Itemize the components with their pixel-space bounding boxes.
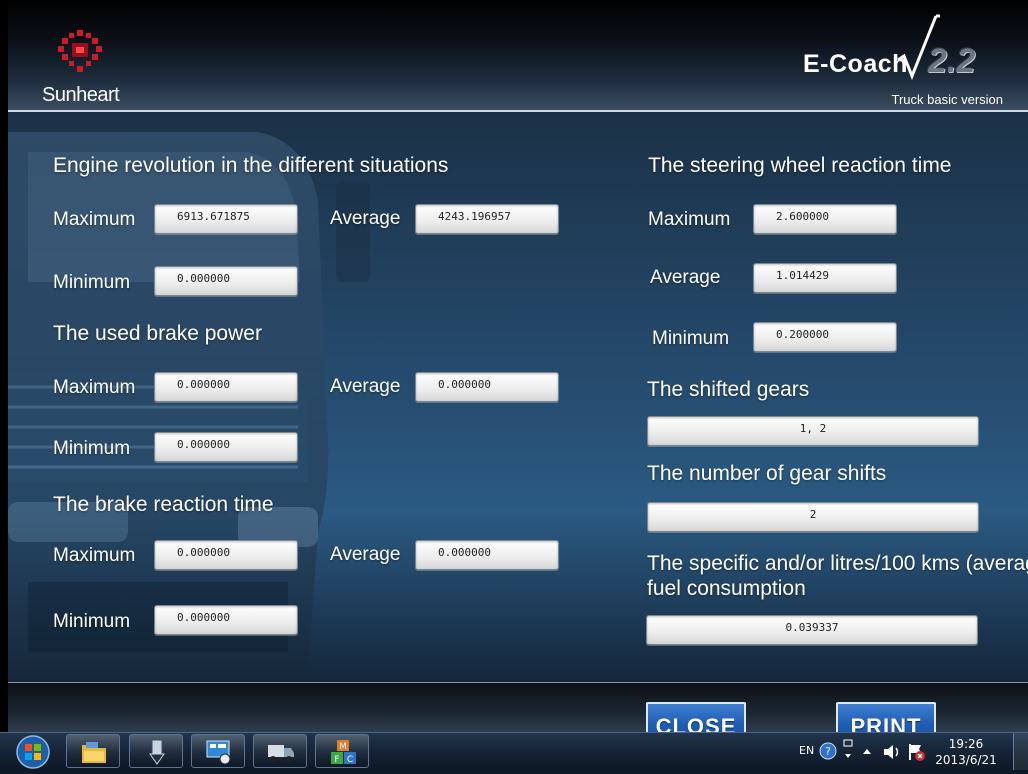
- brake-reaction-min-field[interactable]: 0.000000: [154, 605, 298, 635]
- brake-power-min-label: Minimum: [53, 438, 131, 459]
- action-center-flag-icon[interactable]: [906, 742, 926, 762]
- print-button-clip: PRINT: [836, 702, 936, 732]
- brake-reaction-avg-label: Average: [330, 544, 401, 565]
- pen-tool-icon: [149, 739, 165, 765]
- show-hidden-icons-icon[interactable]: [861, 745, 873, 757]
- engine-avg-label: Average: [330, 208, 401, 229]
- brake-reaction-max-field[interactable]: 0.000000: [154, 540, 298, 570]
- volume-icon[interactable]: [882, 743, 902, 761]
- logo-text: Sunheart: [42, 84, 120, 106]
- clock-time: 19:26: [948, 737, 984, 751]
- steering-min-label: Minimum: [652, 328, 730, 349]
- engine-min-field[interactable]: 0.000000: [154, 266, 298, 296]
- engine-max-label: Maximum: [53, 209, 136, 230]
- brake-power-max-label: Maximum: [53, 377, 136, 398]
- clock-date: 2013/6/21: [935, 753, 997, 767]
- brake-power-min-field[interactable]: 0.000000: [154, 432, 298, 462]
- ime-options-icon[interactable]: [842, 739, 854, 763]
- system-clock[interactable]: 19:26 2013/6/21: [931, 736, 1001, 768]
- taskbar-truck-app[interactable]: [253, 734, 307, 768]
- steering-section-title: The steering wheel reaction time: [648, 154, 952, 177]
- steering-max-field[interactable]: 2.600000: [753, 204, 897, 234]
- brake-power-avg-label: Average: [330, 376, 401, 397]
- engine-section-title: Engine revolution in the different situa…: [53, 154, 449, 177]
- engine-avg-field[interactable]: 4243.196957: [415, 204, 559, 234]
- sunheart-logo-icon: [58, 30, 102, 72]
- svg-text:M: M: [339, 742, 347, 752]
- fuel-section-title-line2: fuel consumption: [647, 577, 806, 600]
- svg-text:?: ?: [825, 745, 831, 758]
- product-brand: E-Coach 2.2: [800, 14, 1000, 94]
- steering-max-label: Maximum: [648, 209, 731, 230]
- taskbar-mfc-app[interactable]: M F C: [315, 734, 369, 768]
- close-button[interactable]: CLOSE: [646, 702, 746, 732]
- truck-icon: [268, 745, 294, 762]
- network-monitor-icon: [206, 740, 231, 765]
- taskbar-network-monitor[interactable]: [191, 734, 245, 768]
- brake-reaction-section-title: The brake reaction time: [53, 493, 274, 516]
- shifted-gears-section-title: The shifted gears: [647, 378, 810, 401]
- svg-text:C: C: [347, 755, 353, 765]
- taskbar-explorer[interactable]: [66, 734, 120, 768]
- language-indicator[interactable]: EN: [799, 744, 814, 757]
- brand-name: E-Coach: [803, 50, 908, 78]
- fuel-section-title-line1: The specific and/or litres/100 kms (aver…: [647, 552, 1028, 575]
- steering-min-field[interactable]: 0.200000: [753, 322, 897, 352]
- shifted-gears-field[interactable]: 1, 2: [647, 416, 979, 446]
- ecoach-window: Sunheart E-Coach 2.2 Truck basic version: [0, 0, 1028, 732]
- gear-shifts-field[interactable]: 2: [647, 502, 979, 532]
- start-button[interactable]: [12, 734, 54, 770]
- left-border: [0, 0, 8, 732]
- print-button[interactable]: PRINT: [836, 702, 936, 732]
- taskbar-pen-tool[interactable]: [129, 734, 183, 768]
- engine-max-field[interactable]: 6913.671875: [154, 204, 298, 234]
- gear-shifts-section-title: The number of gear shifts: [647, 462, 887, 485]
- steering-avg-field[interactable]: 1.014429: [753, 263, 897, 293]
- brake-power-max-field[interactable]: 0.000000: [154, 372, 298, 402]
- footer-divider: [8, 682, 1028, 683]
- help-icon[interactable]: ?: [819, 742, 837, 760]
- windows-start-icon: [16, 735, 50, 769]
- close-button-clip: CLOSE: [646, 702, 746, 732]
- brand-version: 2.2: [928, 42, 976, 80]
- brake-reaction-max-label: Maximum: [53, 545, 136, 566]
- steering-avg-label: Average: [650, 267, 721, 288]
- show-desktop-button[interactable]: [1013, 733, 1028, 770]
- fuel-consumption-field[interactable]: 0.039337: [646, 615, 978, 645]
- explorer-icon: [82, 742, 106, 763]
- engine-min-label: Minimum: [53, 272, 131, 293]
- svg-text:F: F: [334, 755, 339, 765]
- brand-subtitle: Truck basic version: [891, 92, 1004, 107]
- sunheart-logo: Sunheart: [40, 28, 120, 108]
- brake-reaction-avg-field[interactable]: 0.000000: [415, 540, 559, 570]
- brake-power-avg-field[interactable]: 0.000000: [415, 372, 559, 402]
- brake-power-section-title: The used brake power: [53, 322, 262, 345]
- brake-reaction-min-label: Minimum: [53, 611, 131, 632]
- mfc-icon: M F C: [331, 740, 356, 765]
- taskbar: M F C EN ? 19:26 2013/6/21: [0, 732, 1028, 771]
